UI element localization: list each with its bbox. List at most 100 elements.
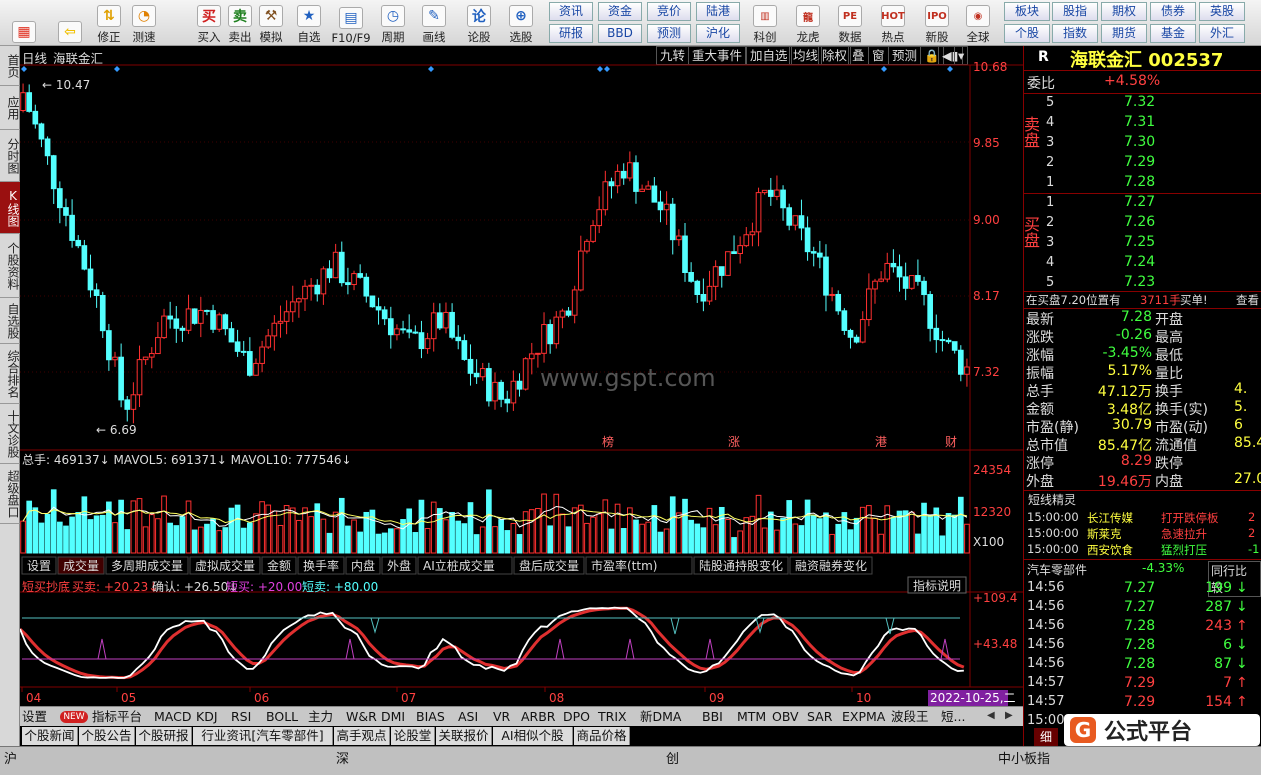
toolbar-link[interactable]: 英股 [1199,2,1245,21]
sidebar-item[interactable]: 超级盘口 [0,464,20,524]
indicator-tab[interactable]: 设置 [22,708,56,726]
news-tab[interactable]: 个股公告 [79,727,135,745]
sidebar-item[interactable]: 综合排名 [0,344,20,404]
sell-price[interactable]: 7.31 [1124,114,1155,130]
indicator-tab[interactable]: NEW [60,711,88,723]
toolbar-link[interactable]: BBD [598,24,642,43]
hot-button[interactable]: HOT 热点 [873,1,913,45]
indicator-tab[interactable]: 指标平台 [92,708,150,726]
sidebar-item[interactable]: 个股资料 [0,234,20,298]
clock-button[interactable]: ◷ 周期 [375,1,411,45]
sell-price[interactable]: 7.29 [1124,154,1155,170]
news-tab[interactable]: 关联报价 [436,727,492,745]
news-tab[interactable]: 个股新闻 [22,727,78,745]
sell-price[interactable]: 7.32 [1124,94,1155,110]
status-index[interactable]: 深 [336,748,349,767]
indicator-tab[interactable]: 主力 [308,708,342,726]
pencil-button[interactable]: ✎ 画线 [416,1,452,45]
tab-scroll-right-icon[interactable]: ▶ [1005,710,1013,721]
status-index[interactable]: 创 [666,748,679,767]
ipo-button[interactable]: IPO 新股 [917,1,957,45]
indicator-tab[interactable]: 波段王 [891,708,937,726]
sidebar-item[interactable]: 分时图 [0,130,20,182]
toolbar-link[interactable]: 预测 [647,24,691,43]
lun-button[interactable]: 论论股 [461,1,497,45]
sidebar-item[interactable]: 应用 [0,86,20,130]
toolbar-link[interactable]: 指数 [1052,24,1098,43]
toolbar-link[interactable]: 股指 [1052,2,1098,21]
toolbar-link[interactable]: 期权 [1101,2,1147,21]
toolbar-link[interactable]: 个股 [1004,24,1050,43]
indicator-tab[interactable]: SAR [807,708,838,726]
sidebar-item[interactable]: K线图 [0,182,20,234]
indicator-tab[interactable]: TRIX [598,708,636,726]
dragon-button[interactable]: 龍龙虎 [788,1,828,45]
star-button[interactable]: ★ 自选 [291,1,327,45]
toolbar-link[interactable]: 资金 [598,2,642,21]
toolbar-link[interactable]: 竞价 [647,2,691,21]
toolbar-link[interactable]: 基金 [1150,24,1196,43]
event-stock[interactable]: 斯莱克 [1087,526,1122,542]
indicator-tab[interactable]: EXPMA [842,708,887,726]
pe-button[interactable]: PE 数据 [830,1,870,45]
up-down-button[interactable]: ⇅ 修正 [91,1,127,45]
status-index[interactable]: 沪 [4,748,17,767]
buy-price[interactable]: 7.24 [1124,254,1155,270]
toolbar-link[interactable]: 板块 [1004,2,1050,21]
sidebar-item[interactable]: 十文诊股 [0,404,20,464]
indicator-tab[interactable]: DMI [381,708,412,726]
news-tab[interactable]: 行业资讯[汽车零部件] [193,727,333,745]
stopwatch-button[interactable]: ◔ 测速 [126,1,162,45]
toolbar-link[interactable]: 资讯 [549,2,593,21]
hammer-button[interactable]: ⚒ 模拟 [253,1,289,45]
globe-button[interactable]: ◉ 全球 [958,1,998,45]
toolbar-link[interactable]: 债券 [1150,2,1196,21]
sell-price[interactable]: 7.28 [1124,174,1155,190]
sidebar-item[interactable]: 自选股 [0,298,20,344]
buy-price[interactable]: 7.23 [1124,274,1155,290]
detail-tab[interactable]: 细 [1034,728,1058,746]
indicator-tab[interactable]: MTM [737,708,768,726]
indicator-tab[interactable]: ARBR [521,708,559,726]
news-tab[interactable]: 论股堂 [391,727,435,745]
kline-svg[interactable]: 10.68 9.85 9.00 8.17 7.32 ← 10.47 ← 6.69 榜 涨 港 财 ww… [20,46,1023,706]
toolbar-link[interactable]: 陆港 [696,2,740,21]
news-tab[interactable]: AI相似个股 [493,727,573,745]
news-tab[interactable]: 商品价格 [574,727,630,745]
magnifier-chart-button[interactable]: ⊕ 选股 [503,1,539,45]
tab-scroll-left-icon[interactable]: ◀ [987,710,995,721]
event-stock[interactable]: 西安饮食 [1087,542,1133,558]
back-arrow-button[interactable]: ⇦ [52,1,88,45]
indicator-tab[interactable]: KDJ [196,708,227,726]
toolbar-link[interactable]: 研报 [549,24,593,43]
indicator-tab[interactable]: BOLL [266,708,304,726]
news-tab[interactable]: 高手观点 [334,727,390,745]
f10-button[interactable]: ▤ F10/F9 [331,1,371,45]
toolbar-link[interactable]: 沪化 [696,24,740,43]
news-tab[interactable]: 个股研报 [136,727,192,745]
volume-bar [412,532,419,554]
status-index[interactable]: 中小板指 [998,748,1050,767]
windows-button[interactable]: ▦ [2,1,46,45]
buy-price[interactable]: 7.26 [1124,214,1155,230]
indicator-tab[interactable]: BBI [702,708,733,726]
indicator-tab[interactable]: OBV [772,708,803,726]
toolbar-link[interactable]: 期货 [1101,24,1147,43]
indicator-tab[interactable]: BIAS [416,708,454,726]
toolbar-link[interactable]: 外汇 [1199,24,1245,43]
indicator-tab[interactable]: VR [493,708,517,726]
indicator-tab[interactable]: W&R [346,708,377,726]
indicator-tab[interactable]: DPO [563,708,594,726]
sidebar-item[interactable]: 首页 [0,46,20,86]
sector-name[interactable]: 汽车零部件 [1027,561,1087,578]
info-look-link[interactable]: 查看 [1236,292,1259,308]
indicator-tab[interactable]: RSI [231,708,262,726]
indicator-tab[interactable]: MACD [154,708,192,726]
buy-price[interactable]: 7.25 [1124,234,1155,250]
indicator-tab[interactable]: ASI [458,708,489,726]
buy-price[interactable]: 7.27 [1124,194,1155,210]
sell-price[interactable]: 7.30 [1124,134,1155,150]
event-stock[interactable]: 长江传媒 [1087,510,1133,526]
indicator-tab[interactable]: 新DMA [640,708,698,726]
chart-button[interactable]: ▥ 科创 [745,1,785,45]
